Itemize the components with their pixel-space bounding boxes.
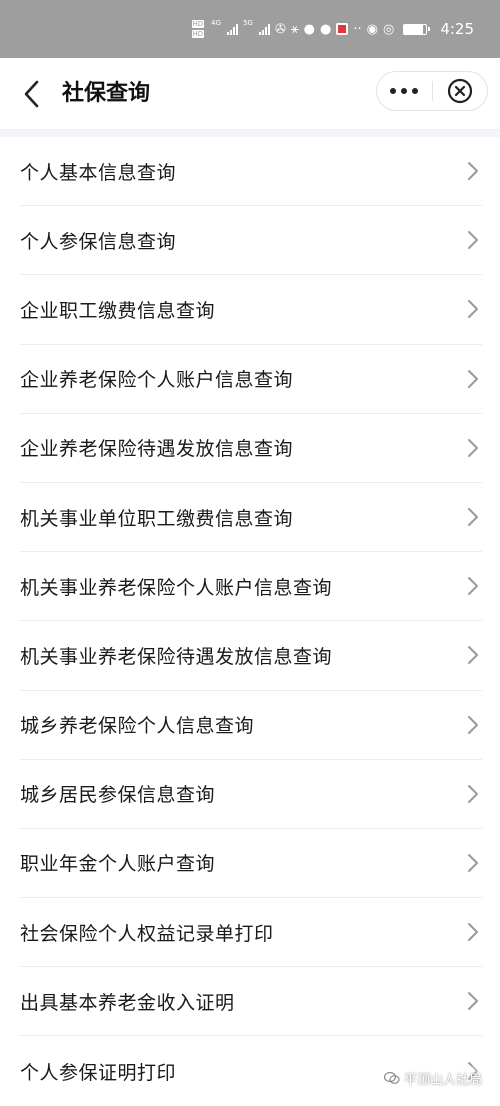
- menu-item-label: 企业养老保险待遇发放信息查询: [20, 438, 294, 461]
- more-notifications-icon: ··: [353, 21, 362, 37]
- alarm-icon: ◎: [382, 21, 395, 37]
- menu-item-label: 企业职工缴费信息查询: [20, 299, 216, 322]
- chevron-right-icon: [468, 231, 478, 250]
- menu-item-personal-basic-info[interactable]: 个人基本信息查询: [20, 137, 482, 207]
- red-app-icon: [336, 23, 349, 35]
- hd-tag-1: HD: [191, 20, 205, 28]
- status-icons: HD HD 4G 5G ✇ ⚹ ● ● ·· ◉ ◎ 4:25: [191, 19, 474, 39]
- menu-item-label: 城乡养老保险个人信息查询: [20, 715, 255, 738]
- menu-item-urban-rural-resident-insurance[interactable]: 城乡居民参保信息查询: [20, 760, 482, 829]
- menu-item-enterprise-pension-payout[interactable]: 企业养老保险待遇发放信息查询: [20, 414, 482, 483]
- close-circle-icon: [447, 78, 472, 104]
- wechat-logo-icon: [383, 1071, 400, 1084]
- app-notification-icon: ✇: [274, 21, 286, 37]
- menu-item-enterprise-pension-account[interactable]: 企业养老保险个人账户信息查询: [20, 345, 482, 414]
- hd-tags: HD HD: [191, 19, 205, 39]
- menu-item-urban-rural-pension-info[interactable]: 城乡养老保险个人信息查询: [20, 691, 482, 760]
- battery-fill: [404, 24, 423, 34]
- chevron-right-icon: [468, 162, 478, 181]
- menu-item-label: 职业年金个人账户查询: [20, 853, 216, 876]
- query-menu-list: 个人基本信息查询 个人参保信息查询 企业职工缴费信息查询 企业养老保险个人账户信…: [0, 137, 500, 1106]
- menu-item-label: 个人基本信息查询: [20, 161, 177, 184]
- chevron-right-icon: [468, 853, 478, 872]
- status-time: 4:25: [440, 20, 474, 38]
- chevron-right-icon: [468, 300, 478, 319]
- menu-item-label: 机关事业单位职工缴费信息查询: [20, 507, 294, 530]
- chevron-right-icon: [468, 715, 478, 734]
- chat-bubble-icon: ●: [320, 21, 332, 37]
- menu-item-label: 机关事业养老保险待遇发放信息查询: [20, 645, 333, 668]
- hd-tag-2: HD: [191, 30, 205, 38]
- nav-bar: 社保查询: [0, 58, 500, 130]
- status-bar: HD HD 4G 5G ✇ ⚹ ● ● ·· ◉ ◎ 4:25: [0, 0, 500, 58]
- more-button[interactable]: [377, 72, 432, 110]
- menu-item-institution-pension-account[interactable]: 机关事业养老保险个人账户信息查询: [20, 552, 482, 622]
- signal-icon-1: [227, 23, 239, 35]
- menu-item-enterprise-payment-info[interactable]: 企业职工缴费信息查询: [20, 275, 482, 345]
- menu-item-label: 企业养老保险个人账户信息查询: [20, 369, 294, 392]
- menu-item-personal-insurance-info[interactable]: 个人参保信息查询: [20, 206, 482, 276]
- battery-icon: [403, 23, 431, 35]
- menu-item-occupational-annuity-account[interactable]: 职业年金个人账户查询: [20, 829, 482, 899]
- menu-item-label: 出具基本养老金收入证明: [20, 991, 235, 1014]
- menu-item-institution-payment-info[interactable]: 机关事业单位职工缴费信息查询: [20, 483, 482, 553]
- translate-icon: ⚹: [290, 21, 299, 37]
- menu-item-label: 社会保险个人权益记录单打印: [20, 922, 274, 945]
- menu-item-label: 个人参保信息查询: [20, 230, 177, 253]
- watermark-text: 平顶山人社局: [403, 1072, 482, 1088]
- network-label-2: 5G: [243, 19, 253, 27]
- menu-item-label: 城乡居民参保信息查询: [20, 784, 216, 807]
- signal-icon-2: [258, 23, 270, 35]
- mini-program-capsule: [376, 71, 488, 111]
- chevron-right-icon: [468, 577, 478, 596]
- chevron-right-icon: [468, 992, 478, 1011]
- menu-item-institution-pension-payout[interactable]: 机关事业养老保险待遇发放信息查询: [20, 621, 482, 691]
- menu-item-label: 机关事业养老保险个人账户信息查询: [20, 576, 333, 599]
- source-watermark: 平顶山人社局: [379, 1066, 486, 1090]
- network-label-1: 4G: [211, 19, 222, 27]
- menu-item-rights-record-print[interactable]: 社会保险个人权益记录单打印: [20, 898, 482, 968]
- chevron-right-icon: [468, 923, 478, 942]
- back-arrow-icon: [24, 80, 39, 108]
- back-button[interactable]: [16, 76, 46, 112]
- chevron-right-icon: [468, 438, 478, 457]
- chevron-right-icon: [468, 784, 478, 803]
- chevron-right-icon: [468, 646, 478, 665]
- chevron-right-icon: [468, 508, 478, 527]
- eye-icon: ◉: [366, 21, 378, 37]
- close-button[interactable]: [432, 72, 487, 110]
- header-separator: [0, 130, 500, 137]
- menu-item-pension-income-certificate[interactable]: 出具基本养老金收入证明: [20, 967, 482, 1037]
- chevron-right-icon: [468, 369, 478, 388]
- wechat-icon: ●: [303, 21, 316, 37]
- menu-item-label: 个人参保证明打印: [20, 1061, 177, 1084]
- more-dots-icon: [390, 88, 419, 94]
- page-title: 社保查询: [62, 81, 151, 106]
